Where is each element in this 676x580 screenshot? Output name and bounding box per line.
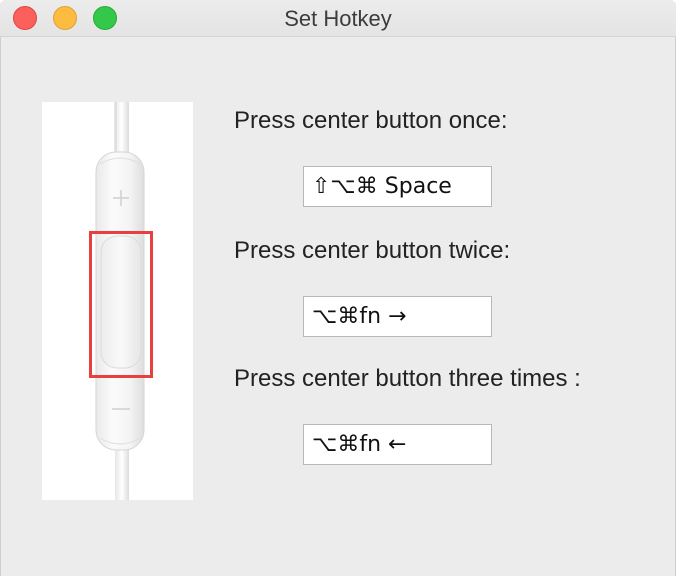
once-hotkey-field[interactable]: ⇧⌥⌘ Space <box>303 166 492 207</box>
title-bar: Set Hotkey <box>0 0 676 37</box>
background-strip <box>0 576 676 580</box>
three-times-label: Press center button three times : <box>234 365 581 392</box>
twice-label: Press center button twice: <box>234 237 511 264</box>
once-label: Press center button once: <box>234 107 508 134</box>
three-times-hotkey-field[interactable]: ⌥⌘fn ← <box>303 424 492 465</box>
twice-hotkey-field[interactable]: ⌥⌘fn → <box>303 296 492 337</box>
center-button <box>100 235 142 369</box>
set-hotkey-window: Set Hotkey Press center button once: ⇧⌥⌘… <box>0 0 676 580</box>
window-title: Set Hotkey <box>284 6 392 31</box>
cable-bottom <box>115 442 129 500</box>
earphone-remote-image <box>42 102 193 500</box>
earphone-remote-illustration <box>89 102 153 500</box>
